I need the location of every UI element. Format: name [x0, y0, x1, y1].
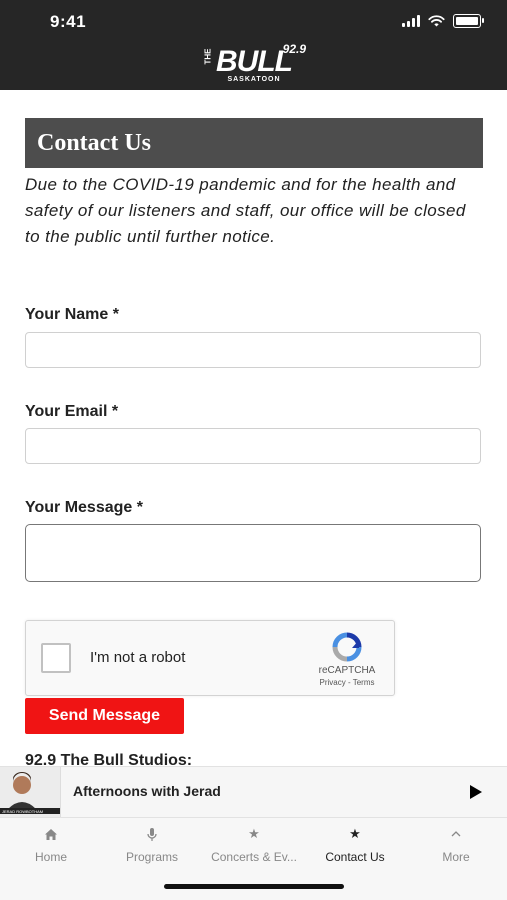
home-indicator[interactable] — [164, 884, 344, 889]
star-icon: ★ — [349, 826, 361, 841]
recaptcha-logo: reCAPTCHA Privacy - Terms — [314, 631, 380, 687]
wifi-icon — [428, 15, 445, 27]
page-title: Contact Us — [25, 118, 483, 168]
microphone-icon — [102, 826, 202, 842]
email-input[interactable] — [25, 428, 481, 464]
status-time: 9:41 — [50, 12, 87, 31]
recaptcha-label: I'm not a robot — [90, 649, 186, 666]
name-input[interactable] — [25, 332, 481, 368]
thumbnail-caption: JERAD ROWBOTHAM — [2, 809, 44, 814]
tab-concerts-events[interactable]: ★ Concerts & Ev... — [204, 826, 304, 864]
recaptcha-brand: reCAPTCHA — [318, 665, 376, 676]
host-thumbnail: JERAD ROWBOTHAM — [0, 767, 61, 817]
message-textarea[interactable] — [25, 524, 481, 582]
recaptcha-links[interactable]: Privacy - Terms — [314, 678, 380, 687]
tab-more[interactable]: More — [406, 826, 506, 864]
station-logo: THE 92.9 BULL SASKATOON — [203, 42, 307, 83]
email-label: Your Email * — [25, 403, 119, 420]
signal-icon — [402, 15, 420, 27]
now-playing-title: Afternoons with Jerad — [73, 783, 221, 799]
message-label: Your Message * — [25, 499, 143, 516]
tab-home[interactable]: Home — [1, 826, 101, 864]
contact-page: Contact Us Due to the COVID-19 pandemic … — [25, 118, 483, 769]
recaptcha-icon — [332, 632, 362, 662]
recaptcha-widget: I'm not a robot reCAPTCHA Privacy - Term… — [25, 620, 395, 696]
tab-contact-us[interactable]: ★ Contact Us — [305, 826, 405, 864]
name-label: Your Name * — [25, 306, 119, 323]
home-icon — [1, 826, 101, 842]
tab-programs[interactable]: Programs — [102, 826, 202, 864]
chevron-up-icon — [406, 826, 506, 842]
app-header: 9:41 THE 92.9 BULL SASKATOON — [0, 0, 507, 90]
send-message-button[interactable]: Send Message — [25, 698, 184, 734]
battery-icon — [453, 14, 484, 28]
now-playing-bar[interactable]: JERAD ROWBOTHAM Afternoons with Jerad — [0, 766, 507, 818]
star-icon: ★ — [248, 826, 260, 841]
recaptcha-checkbox[interactable] — [41, 643, 71, 673]
covid-notice: Due to the COVID-19 pandemic and for the… — [25, 175, 466, 246]
status-icons — [402, 14, 484, 28]
play-icon[interactable] — [469, 784, 483, 800]
